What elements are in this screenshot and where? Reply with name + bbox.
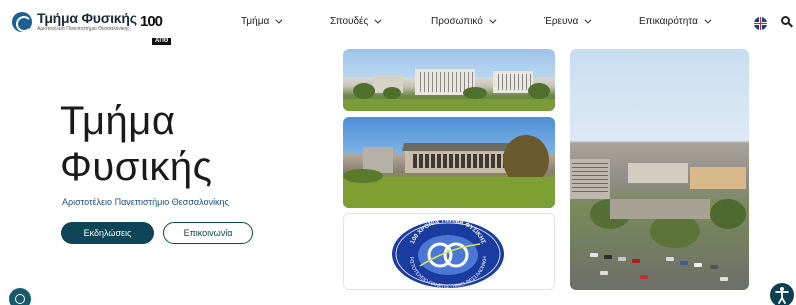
department-logo[interactable]: Τμήμα Φυσικής Αριστοτέλειο Πανεπιστήμιο … bbox=[12, 11, 137, 32]
nav-item-research[interactable]: Έρευνα bbox=[544, 16, 592, 27]
contact-button[interactable]: Επικοινωνία bbox=[163, 222, 253, 244]
chevron-down-icon bbox=[489, 16, 497, 24]
nav-label: Έρευνα bbox=[544, 16, 579, 27]
nav-label: Σπουδές bbox=[330, 16, 369, 27]
hero-subtitle: Αριστοτέλειο Πανεπιστήμιο Θεσσαλονίκης bbox=[62, 197, 229, 207]
nav-label: Τμήμα bbox=[241, 16, 270, 27]
chevron-down-icon bbox=[584, 16, 592, 24]
nav-item-studies[interactable]: Σπουδές bbox=[330, 16, 382, 27]
campus-photo-aerial bbox=[570, 49, 749, 290]
anniversary-number: 100 bbox=[140, 13, 163, 30]
site-header: Τμήμα Φυσικής Αριστοτέλειο Πανεπιστήμιο … bbox=[0, 0, 796, 45]
events-button[interactable]: Εκδηλώσεις bbox=[61, 222, 154, 244]
anniversary-logo[interactable]: 100 ΑΠΘ bbox=[140, 13, 180, 45]
chevron-down-icon bbox=[374, 16, 382, 24]
nav-item-department[interactable]: Τμήμα bbox=[241, 16, 283, 27]
anniversary-seal-logo: 100 ΧΡΟΝΙΑ ΤΜΗΜΑ ΦΥΣΙΚΗΣ ΑΡΙΣΤΟΤΕΛΕΙΟ ΠΑ… bbox=[390, 218, 504, 288]
logo-title: Τμήμα Φυσικής bbox=[37, 10, 137, 26]
hero-title-line1: Τμήμα bbox=[60, 99, 176, 143]
campus-photo-lawn bbox=[343, 117, 555, 208]
hero-title: Τμήμα Φυσικής bbox=[60, 98, 212, 190]
anniversary-word: ΑΠΘ bbox=[152, 38, 172, 45]
chevron-down-icon bbox=[275, 16, 283, 24]
logo-text: Τμήμα Φυσικής Αριστοτέλειο Πανεπιστήμιο … bbox=[37, 11, 137, 32]
hero-title-line2: Φυσικής bbox=[60, 145, 213, 189]
cookie-settings-icon[interactable] bbox=[9, 288, 31, 305]
page: Τμήμα Φυσικής Αριστοτέλειο Πανεπιστήμιο … bbox=[0, 0, 796, 305]
nav-label: Προσωπικό bbox=[431, 16, 483, 27]
chevron-down-icon bbox=[704, 16, 712, 24]
uk-flag-icon[interactable] bbox=[754, 17, 767, 30]
nav-item-staff[interactable]: Προσωπικό bbox=[431, 16, 497, 27]
nav-label: Επικαιρότητα bbox=[639, 16, 698, 27]
search-icon[interactable] bbox=[781, 16, 793, 28]
logo-icon bbox=[12, 11, 32, 32]
logo-subtitle: Αριστοτέλειο Πανεπιστήμιο Θεσσαλονίκης bbox=[37, 26, 130, 32]
campus-photo-buildings bbox=[343, 49, 555, 111]
nav-item-news[interactable]: Επικαιρότητα bbox=[639, 16, 712, 27]
accessibility-icon[interactable] bbox=[770, 283, 794, 305]
